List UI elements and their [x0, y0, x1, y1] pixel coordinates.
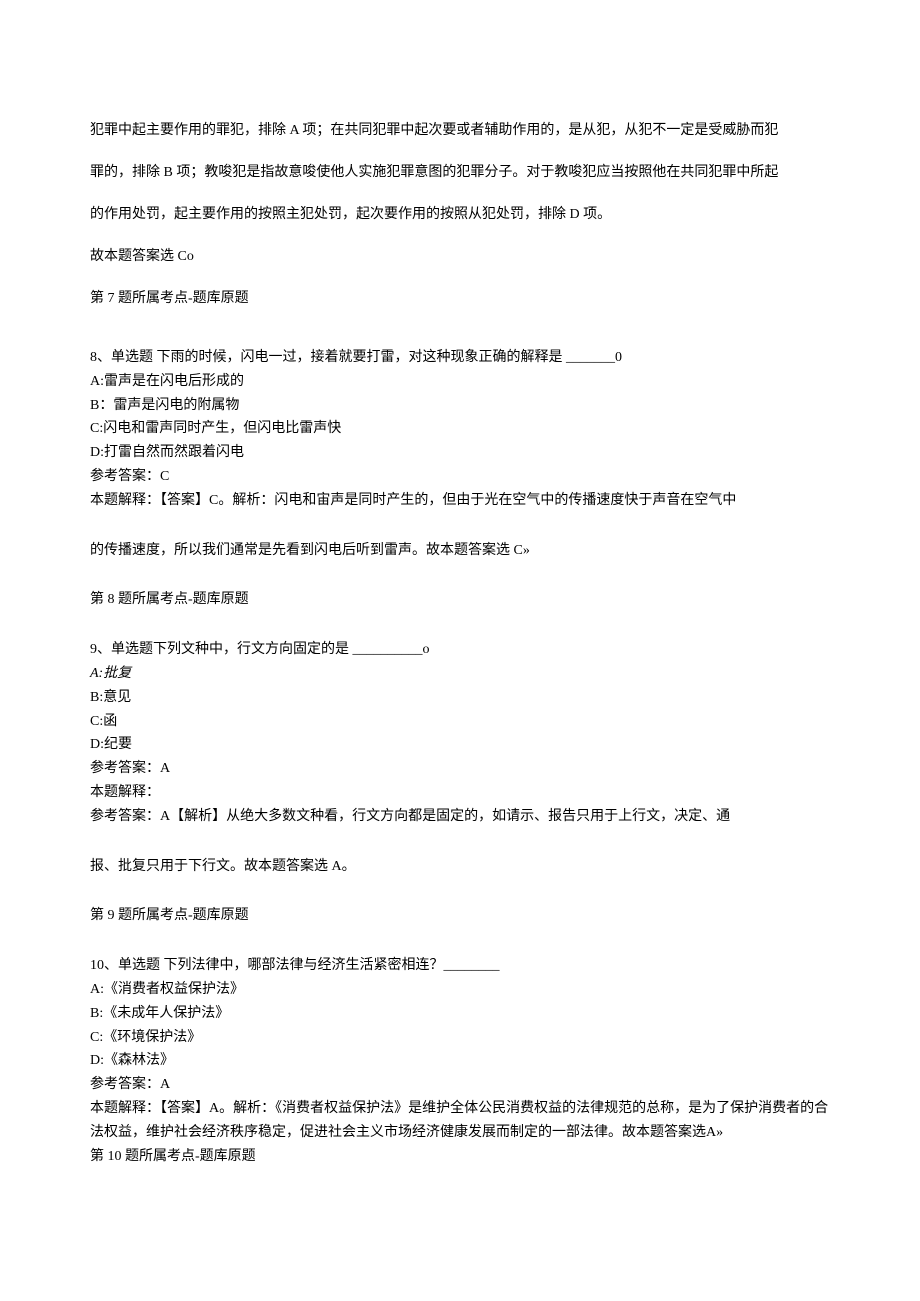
option-a: A:批复: [90, 662, 830, 686]
question-8: 8、单选题 下雨的时候，闪电一过，接着就要打雷，对这种现象正确的解释是 ____…: [90, 346, 830, 513]
question-stem: 8、单选题 下雨的时候，闪电一过，接着就要打雷，对这种现象正确的解释是 ____…: [90, 346, 830, 370]
option-d: D:纪要: [90, 733, 830, 757]
explanation-line: 本题解释：【答案】C。解析：闪电和宙声是同时产生的，但由于光在空气中的传播速度快…: [90, 489, 830, 513]
explanation-line: 报、批复只用于下行文。故本题答案选 A。: [90, 855, 830, 879]
option-d: D:打雷自然而然跟着闪电: [90, 441, 830, 465]
option-c: C:函: [90, 710, 830, 734]
question-stem: 10、单选题 下列法律中，哪部法律与经济生活紧密相连？________: [90, 954, 830, 978]
answer-line: 参考答案：A: [90, 1073, 830, 1097]
option-a: A:雷声是在闪电后形成的: [90, 370, 830, 394]
option-b: B:《未成年人保护法》: [90, 1002, 830, 1026]
topic-line: 第 9 题所属考点-题库原题: [90, 904, 830, 928]
topic-line: 第 10 题所属考点-题库原题: [90, 1145, 830, 1169]
question-10: 10、单选题 下列法律中，哪部法律与经济生活紧密相连？________ A:《消…: [90, 954, 830, 1168]
topic-line: 第 7 题所属考点-题库原题: [90, 278, 830, 320]
q8-topic: 第 8 题所属考点-题库原题: [90, 588, 830, 612]
explanation-heading: 本题解释：: [90, 781, 830, 805]
q9-explanation-continued: 报、批复只用于下行文。故本题答案选 A。: [90, 855, 830, 879]
q8-explanation-continued: 的传播速度，所以我们通常是先看到闪电后听到雷声。故本题答案选 C»: [90, 539, 830, 563]
option-c: C:闪电和雷声同时产生，但闪电比雷声快: [90, 417, 830, 441]
answer-line: 参考答案：C: [90, 465, 830, 489]
q9-topic: 第 9 题所属考点-题库原题: [90, 904, 830, 928]
option-a: A:《消费者权益保护法》: [90, 978, 830, 1002]
answer-line: 故本题答案选 Co: [90, 236, 830, 278]
q7-explanation-continued: 犯罪中起主要作用的罪犯，排除 A 项；在共同犯罪中起次要或者辅助作用的，是从犯，…: [90, 110, 830, 320]
explanation-line: 本题解释：【答案】A。解析：《消费者权益保护法》是维护全体公民消费权益的法律规范…: [90, 1097, 830, 1145]
question-9: 9、单选题下列文种中，行文方向固定的是 __________o A:批复 B:意…: [90, 638, 830, 828]
answer-line: 参考答案：A: [90, 757, 830, 781]
topic-line: 第 8 题所属考点-题库原题: [90, 588, 830, 612]
option-c: C:《环境保护法》: [90, 1026, 830, 1050]
question-stem: 9、单选题下列文种中，行文方向固定的是 __________o: [90, 638, 830, 662]
option-d: D:《森林法》: [90, 1049, 830, 1073]
option-b: B:意见: [90, 686, 830, 710]
explanation-line: 参考答案：A【解析】从绝大多数文种看，行文方向都是固定的，如请示、报告只用于上行…: [90, 805, 830, 829]
explanation-line: 的传播速度，所以我们通常是先看到闪电后听到雷声。故本题答案选 C»: [90, 539, 830, 563]
text-line: 罪的，排除 B 项；教唆犯是指故意唆使他人实施犯罪意图的犯罪分子。对于教唆犯应当…: [90, 152, 830, 194]
text-line: 的作用处罚，起主要作用的按照主犯处罚，起次要作用的按照从犯处罚，排除 D 项。: [90, 194, 830, 236]
document-page: 犯罪中起主要作用的罪犯，排除 A 项；在共同犯罪中起次要或者辅助作用的，是从犯，…: [0, 0, 920, 1301]
option-b: B：雷声是闪电的附属物: [90, 394, 830, 418]
text-line: 犯罪中起主要作用的罪犯，排除 A 项；在共同犯罪中起次要或者辅助作用的，是从犯，…: [90, 110, 830, 152]
